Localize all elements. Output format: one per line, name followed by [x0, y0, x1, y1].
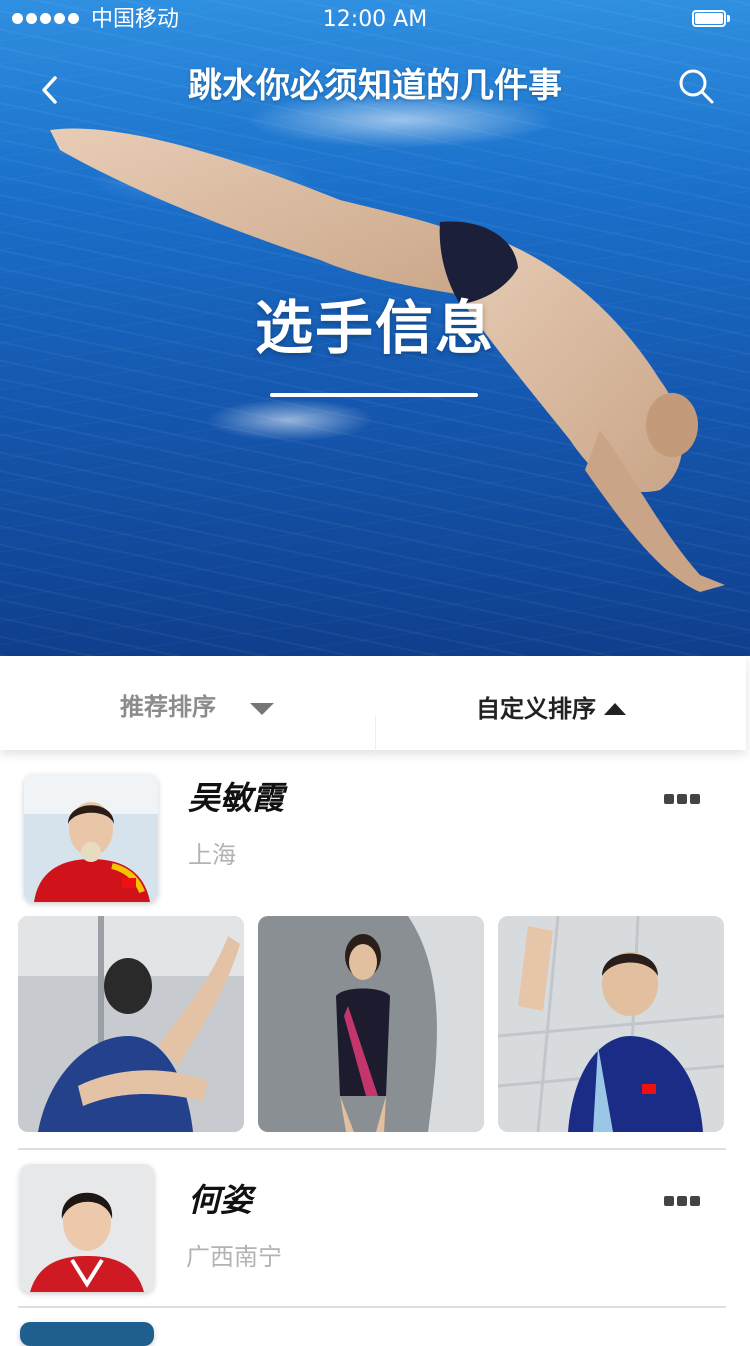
sort-recommended-button[interactable]: 推荐排序	[120, 680, 274, 728]
sort-bar: 推荐排序 自定义排序	[0, 656, 746, 756]
more-options-button[interactable]	[664, 1190, 700, 1212]
player-location: 广西南宁	[186, 1243, 282, 1271]
status-time: 12:00 AM	[322, 7, 428, 32]
sort-recommended-label: 推荐排序	[120, 692, 216, 721]
player-name: 何姿	[188, 1181, 253, 1219]
search-button[interactable]	[672, 62, 720, 110]
player-photo[interactable]	[498, 916, 724, 1132]
sort-custom-label: 自定义排序	[476, 694, 596, 723]
player-photo[interactable]	[18, 916, 244, 1132]
hero-heading-underline	[270, 393, 478, 397]
hero-heading: 选手信息	[254, 294, 495, 362]
search-icon	[679, 69, 714, 104]
player-location: 上海	[188, 841, 236, 869]
row-divider	[18, 1306, 726, 1308]
sort-custom-button[interactable]: 自定义排序	[476, 682, 626, 730]
player-name: 吴敏霞	[188, 779, 285, 817]
hero-banner: 中国移动 12:00 AM 跳水你必须知道的几件事 选手信息	[0, 0, 750, 656]
more-options-button[interactable]	[664, 788, 700, 810]
player-avatar[interactable]	[24, 774, 158, 902]
player-avatar[interactable]	[20, 1322, 154, 1346]
player-avatar[interactable]	[20, 1164, 154, 1292]
battery-icon	[692, 10, 732, 30]
row-divider	[18, 1148, 726, 1150]
triangle-up-icon	[604, 703, 626, 715]
triangle-down-icon	[250, 703, 274, 715]
sort-divider	[375, 716, 376, 756]
status-bar: 中国移动 12:00 AM	[0, 0, 750, 40]
page-title: 跳水你必须知道的几件事	[188, 66, 562, 106]
player-photo[interactable]	[258, 916, 484, 1132]
